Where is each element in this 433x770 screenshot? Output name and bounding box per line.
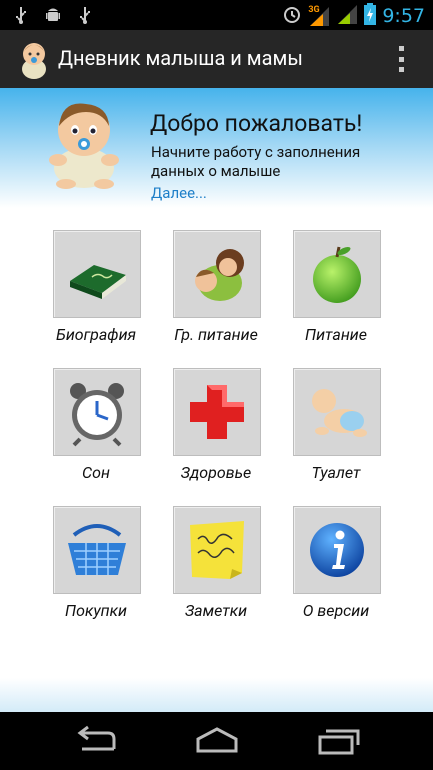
baby-crawling-icon bbox=[312, 389, 367, 437]
tile-button[interactable] bbox=[173, 230, 261, 318]
android-debug-icon bbox=[46, 6, 60, 24]
action-bar: Дневник малыша и мамы bbox=[0, 30, 433, 88]
tile-label: Питание bbox=[305, 325, 367, 344]
alarm-icon bbox=[282, 4, 302, 28]
shopping-basket-icon bbox=[68, 524, 126, 575]
app-title: Дневник малыша и мамы bbox=[58, 46, 303, 70]
back-icon[interactable] bbox=[74, 725, 118, 759]
sticky-note-icon bbox=[190, 521, 244, 579]
home-icon[interactable] bbox=[194, 725, 240, 759]
signal-3g-icon: 3G bbox=[308, 5, 330, 27]
apple-icon bbox=[313, 246, 361, 303]
tile-button[interactable] bbox=[53, 506, 141, 594]
info-icon bbox=[310, 523, 364, 577]
baby-illustration-icon bbox=[42, 98, 124, 190]
usb-icon bbox=[78, 6, 92, 24]
welcome-subtitle: Начните работу с заполнения данных о мал… bbox=[151, 143, 361, 180]
book-icon bbox=[70, 265, 126, 299]
tile-button[interactable] bbox=[53, 230, 141, 318]
tile-label: Туалет bbox=[311, 463, 361, 482]
baby-icon[interactable] bbox=[16, 39, 52, 79]
breastfeeding-icon bbox=[195, 249, 244, 301]
next-link[interactable]: Далее... bbox=[151, 184, 207, 202]
tile-button[interactable] bbox=[293, 230, 381, 318]
tile-button[interactable] bbox=[173, 506, 261, 594]
alarm-clock-icon bbox=[70, 383, 124, 447]
tile-button[interactable] bbox=[293, 368, 381, 456]
red-cross-icon bbox=[190, 385, 244, 439]
tile-button[interactable] bbox=[53, 368, 141, 456]
recent-apps-icon[interactable] bbox=[316, 725, 360, 759]
clock-time: 9:57 bbox=[382, 5, 425, 27]
status-bar: 3G 9:57 bbox=[0, 0, 433, 30]
usb-icon bbox=[14, 6, 28, 24]
tile-button[interactable] bbox=[293, 506, 381, 594]
navigation-bar bbox=[0, 712, 433, 770]
battery-charging-icon bbox=[364, 3, 377, 29]
overflow-menu-icon[interactable] bbox=[399, 46, 405, 72]
main-content: Добро пожаловать! Начните работу с запол… bbox=[0, 88, 433, 712]
tile-button[interactable] bbox=[173, 368, 261, 456]
tile-label: О версии bbox=[302, 601, 370, 620]
signal-icon bbox=[336, 3, 358, 29]
welcome-title: Добро пожаловать! bbox=[150, 110, 363, 137]
